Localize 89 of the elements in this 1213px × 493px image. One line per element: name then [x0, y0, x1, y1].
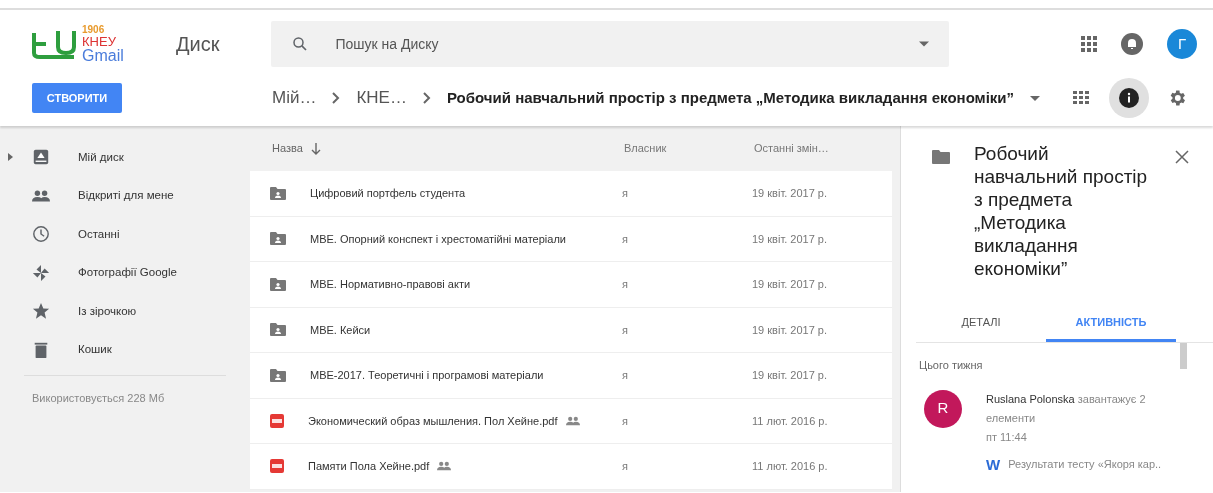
trash-icon: [32, 340, 50, 359]
owner-text: я: [622, 460, 628, 472]
app-title: Диск: [176, 32, 220, 57]
notifications-icon[interactable]: [1121, 33, 1143, 55]
modified-date: 11 лют. 2016 р.: [752, 414, 828, 427]
owner-text: я: [622, 187, 628, 199]
sidebar-item[interactable]: Із зірочкою: [0, 292, 250, 331]
file-row[interactable]: МВЕ. Опорний конспект і хрестоматійні матеріали я 19 квіт. 2017 р.: [250, 216, 892, 262]
pdf-icon: [270, 459, 284, 474]
file-row[interactable]: МВЕ. Кейси я 19 квіт. 2017 р.: [250, 307, 892, 353]
file-name: МВЕ. Опорний конспект і хрестоматійні матеріали: [310, 231, 566, 247]
details-tab[interactable]: АКТИВНІСТЬ: [1046, 306, 1176, 342]
logo-year: 1906: [82, 24, 106, 35]
info-button[interactable]: [1109, 78, 1149, 118]
logo-text: Gmail: [82, 47, 124, 64]
column-header[interactable]: Останні змін…: [754, 140, 829, 157]
sidebar-label: Останні: [78, 226, 120, 242]
modified-date: 19 квіт. 2017 р.: [752, 232, 828, 245]
close-icon[interactable]: [1175, 150, 1189, 164]
owner-text: я: [622, 414, 628, 427]
owner-text: я: [622, 278, 628, 290]
file-name: МВЕ-2017. Теоретичні і програмові матеріали: [310, 368, 544, 383]
breadcrumb-link[interactable]: Мій…: [272, 85, 317, 111]
shared-folder-icon: [270, 232, 286, 246]
apps-icon[interactable]: [1081, 36, 1097, 52]
modified-date: 19 квіт. 2017 р.: [752, 323, 828, 336]
modified-date: 11 лют. 2016 р.: [752, 460, 828, 472]
search-field[interactable]: Пошук на Диску: [333, 32, 896, 56]
dropdown-icon[interactable]: [1030, 95, 1041, 101]
file-link[interactable]: Результати тесту «Якоря кар..: [1008, 454, 1162, 474]
file-name: МВЕ. Нормативно-правові акти: [310, 277, 471, 292]
dropdown-icon[interactable]: [919, 41, 930, 47]
expand-arrow-icon[interactable]: [8, 153, 13, 162]
sidebar-item[interactable]: Кошик: [0, 330, 250, 369]
details-tab[interactable]: ДЕТАЛІ: [916, 306, 1046, 342]
modified-date: 19 квіт. 2017 р.: [752, 187, 828, 199]
sidebar-label: Кошик: [78, 342, 112, 358]
account-avatar[interactable]: Г: [1167, 29, 1197, 59]
search-bar[interactable]: Пошук на Диску: [271, 21, 950, 67]
modified-date: 19 квіт. 2017 р.: [752, 369, 828, 381]
user-avatar: R: [924, 389, 962, 428]
file-name: МВЕ. Кейси: [310, 322, 371, 338]
star-icon: [32, 302, 50, 321]
chevron-icon: [422, 92, 431, 104]
pinwheel-icon: [32, 263, 50, 282]
grid-icon: [1073, 91, 1089, 105]
breadcrumb-link[interactable]: КНЕ…: [356, 85, 407, 111]
current-folder[interactable]: Робочий навчальний простір з предмета „Методика викладання економіки”: [446, 86, 1015, 110]
sort-arrow-icon[interactable]: [310, 142, 321, 155]
clock-icon: [32, 225, 50, 244]
modified-date: 19 квіт. 2017 р.: [752, 278, 828, 290]
create-button[interactable]: СТВОРИТИ: [32, 83, 122, 113]
file-row[interactable]: Экономический образ мышления. Пол Хейне.pdf я 11 лют. 2016 р.: [250, 398, 892, 444]
shared-folder-icon: [270, 323, 286, 337]
details-title: Робочий навчальний простір з предмета „Методика викладання економіки”: [974, 142, 1149, 280]
scrollbar-thumb[interactable]: [1180, 343, 1187, 369]
sidebar-label: Мій диск: [78, 149, 124, 165]
doc-icon: W: [986, 454, 1001, 474]
sidebar-label: Фотографії Google: [78, 265, 177, 281]
column-header[interactable]: Назва: [272, 140, 303, 157]
shared-folder-icon: [270, 277, 286, 291]
shared-folder-icon: [270, 186, 286, 200]
file-name: Экономический образ мышления. Пол Хейне.pdf: [308, 413, 558, 429]
sidebar-item[interactable]: Відкриті для мене: [0, 176, 250, 215]
file-name: Цифровий портфель студента: [310, 186, 466, 201]
logo-text: КНЕУ: [82, 34, 117, 48]
sidebar-label: Із зірочкою: [78, 303, 137, 319]
file-row[interactable]: МВЕ-2017. Теоретичні і програмові матеріали я 19 квіт. 2017 р.: [250, 353, 892, 399]
section-heading: Цього тижня: [919, 359, 983, 371]
sidebar-item[interactable]: Фотографії Google: [0, 253, 250, 292]
owner-text: я: [622, 323, 628, 336]
owner-text: я: [622, 369, 628, 381]
owner-text: я: [622, 232, 628, 245]
file-row[interactable]: Памяти Пола Хейне.pdf я 11 лют. 2016 р.: [250, 444, 892, 490]
file-row[interactable]: Цифровий портфель студента я 19 квіт. 2017 р.: [250, 171, 892, 217]
folder-icon: [932, 150, 950, 164]
sidebar-label: Відкриті для мене: [78, 188, 174, 204]
activity-time: пт 11:44: [986, 429, 1028, 445]
sidebar-item[interactable]: Мій диск: [0, 138, 250, 177]
shared-folder-icon: [270, 368, 286, 382]
file-name: Памяти Пола Хейне.pdf: [308, 459, 430, 474]
storage-usage: Використовується 228 Мб: [31, 391, 166, 406]
chevron-icon: [332, 92, 341, 104]
drive-icon: [32, 148, 50, 167]
column-header[interactable]: Власник: [624, 140, 667, 157]
sidebar-item[interactable]: Останні: [0, 215, 250, 254]
info-icon: [1119, 88, 1139, 108]
pdf-icon: [270, 413, 284, 428]
file-row[interactable]: МВЕ. Нормативно-правові акти я 19 квіт. 2017 р.: [250, 262, 892, 308]
